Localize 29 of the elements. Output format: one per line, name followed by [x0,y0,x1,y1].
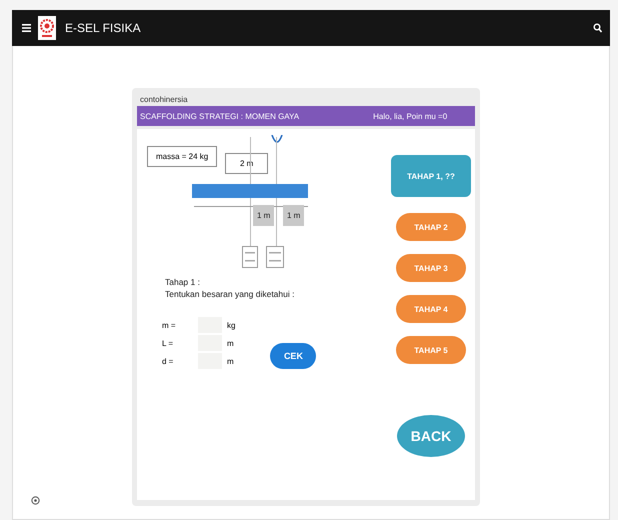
stage-button[interactable]: TAHAP 2 [396,213,466,241]
info-icon[interactable] [31,496,40,505]
stage-button[interactable]: TAHAP 1, ?? [391,155,471,197]
input-label: L = [162,338,174,348]
input-label: m = [162,320,177,330]
stage-button[interactable]: TAHAP 5 [396,336,466,364]
tag-icon [242,246,258,268]
stage-button[interactable]: TAHAP 4 [396,295,466,323]
back-button[interactable]: BACK [397,415,465,457]
unit-label: m [227,338,234,348]
hook-icon [271,135,283,145]
check-button[interactable]: CEK [270,343,316,369]
mass-label: massa = 24 kg [147,146,218,167]
stage-button[interactable]: TAHAP 3 [396,254,466,282]
tag-icon [266,246,284,268]
unit-label: kg [227,320,236,330]
banner-title: SCAFFOLDING STRATEGI : MOMEN GAYA [140,112,300,120]
instruction: Tentukan besaran yang diketahui : [165,289,296,299]
app-title: E-SEL FISIKA [65,21,142,35]
segment-label: 1 m [283,205,304,226]
search-icon[interactable] [593,23,602,33]
menu-icon[interactable] [22,24,31,32]
unit-label: m [227,356,234,366]
segment-label: 1 m [253,205,274,226]
input-label: d = [162,356,174,366]
username: contohinersia [139,94,189,106]
greeting: Halo, lia, Poin mu =0 [373,112,448,120]
logo-icon [38,16,56,40]
step-label: Tahap 1 : [165,277,201,287]
